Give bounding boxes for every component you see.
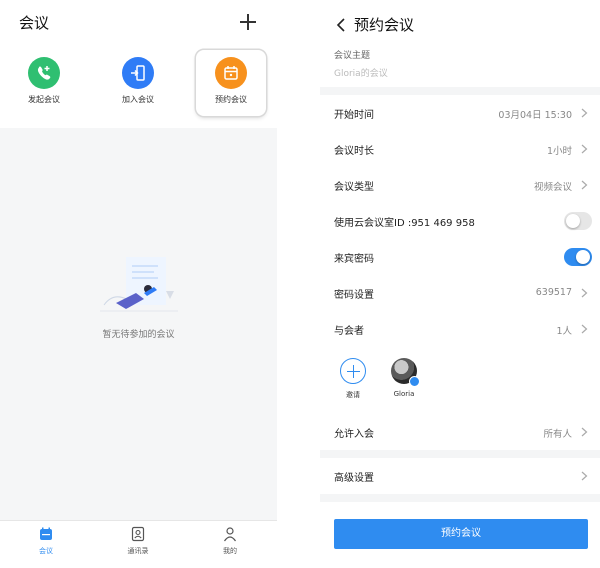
- meeting-home-screen: 会议 发起会议 加入会议 预约会议 暂无待参加的会议 会议 通讯录 我的: [0, 0, 277, 568]
- toggle-knob: [566, 214, 580, 228]
- tab-contacts-label: 通讯录: [127, 547, 149, 555]
- avatar: [391, 358, 420, 387]
- add-icon[interactable]: [238, 12, 258, 32]
- participants-label: 与会者: [334, 326, 364, 337]
- page-title: 会议: [19, 14, 50, 32]
- guest-password-row: 来宾密码: [320, 239, 600, 275]
- admit-row[interactable]: 允许入会 所有人: [320, 414, 600, 450]
- section-divider: [320, 494, 600, 502]
- meeting-type-row[interactable]: 会议类型 视频会议: [320, 167, 600, 203]
- plus-icon: [340, 358, 366, 384]
- schedule-meeting-button[interactable]: 预约会议: [196, 50, 266, 116]
- toggle-knob: [576, 250, 590, 264]
- tab-profile-label: 我的: [223, 547, 237, 555]
- participants-count: 1人: [556, 326, 572, 337]
- chevron-right-icon: [581, 144, 588, 154]
- subject-input[interactable]: Gloria的会议: [334, 66, 388, 79]
- start-time-value: 03月04日 15:30: [498, 110, 572, 121]
- duration-value: 1小时: [546, 146, 572, 157]
- admit-label: 允许入会: [334, 429, 374, 440]
- start-meeting-label: 发起会议: [28, 95, 60, 104]
- guest-password-label: 来宾密码: [334, 254, 374, 265]
- guest-password-toggle[interactable]: [564, 248, 592, 266]
- tab-meeting[interactable]: 会议: [16, 526, 76, 556]
- tab-contacts[interactable]: 通讯录: [108, 526, 168, 556]
- chevron-right-icon: [581, 288, 588, 298]
- password-value: 639517: [535, 287, 572, 298]
- chevron-right-icon: [581, 324, 588, 334]
- calendar-icon: [215, 57, 247, 89]
- chevron-right-icon: [581, 427, 588, 437]
- invite-label: 邀请: [346, 391, 360, 399]
- section-divider: [320, 87, 600, 95]
- empty-state-illustration: [100, 257, 178, 312]
- cloud-room-label: 使用云会议室ID :951 469 958: [334, 218, 475, 229]
- schedule-submit-button[interactable]: 预约会议: [334, 519, 588, 549]
- empty-state-text: 暂无待参加的会议: [102, 330, 175, 340]
- section-divider: [320, 450, 600, 458]
- chevron-right-icon: [581, 108, 588, 118]
- join-meeting-label: 加入会议: [122, 95, 154, 104]
- schedule-meeting-screen: 预约会议 会议主题 Gloria的会议 开始时间 03月04日 15:30 会议…: [320, 0, 600, 568]
- password-settings-label: 密码设置: [334, 290, 374, 301]
- start-meeting-button[interactable]: 发起会议: [9, 50, 79, 116]
- cloud-room-toggle[interactable]: [564, 212, 592, 230]
- subject-label: 会议主题: [334, 51, 371, 61]
- invite-button[interactable]: 邀请: [339, 358, 367, 400]
- host-badge-icon: [409, 376, 420, 387]
- participant-item[interactable]: Gloria: [387, 358, 421, 398]
- person-icon: [222, 526, 238, 542]
- participant-name: Gloria: [393, 390, 415, 398]
- meeting-type-value: 视频会议: [533, 182, 572, 193]
- meeting-type-label: 会议类型: [334, 182, 374, 193]
- advanced-settings-label: 高级设置: [334, 473, 374, 484]
- back-arrow-icon[interactable]: [336, 18, 346, 32]
- chevron-right-icon: [581, 471, 588, 481]
- admit-value: 所有人: [543, 429, 572, 440]
- schedule-meeting-label: 预约会议: [215, 95, 247, 104]
- door-enter-icon: [122, 57, 154, 89]
- duration-label: 会议时长: [334, 146, 374, 157]
- contacts-icon: [130, 526, 146, 542]
- participants-row[interactable]: 与会者 1人: [320, 311, 600, 347]
- duration-row[interactable]: 会议时长 1小时: [320, 131, 600, 167]
- start-time-label: 开始时间: [334, 110, 374, 121]
- tab-meeting-label: 会议: [39, 547, 53, 555]
- bottom-tab-bar: 会议 通讯录 我的: [0, 520, 277, 568]
- cloud-room-row: 使用云会议室ID :951 469 958: [320, 203, 600, 239]
- tab-profile[interactable]: 我的: [200, 526, 260, 556]
- page-title: 预约会议: [354, 16, 415, 34]
- password-settings-row[interactable]: 密码设置 639517: [320, 275, 600, 311]
- phone-plus-icon: [28, 57, 60, 89]
- join-meeting-button[interactable]: 加入会议: [103, 50, 173, 116]
- advanced-settings-row[interactable]: 高级设置: [320, 458, 600, 494]
- home-header: 会议 发起会议 加入会议 预约会议: [0, 0, 277, 128]
- start-time-row[interactable]: 开始时间 03月04日 15:30: [320, 95, 600, 131]
- calendar-icon: [38, 526, 54, 542]
- chevron-right-icon: [581, 180, 588, 190]
